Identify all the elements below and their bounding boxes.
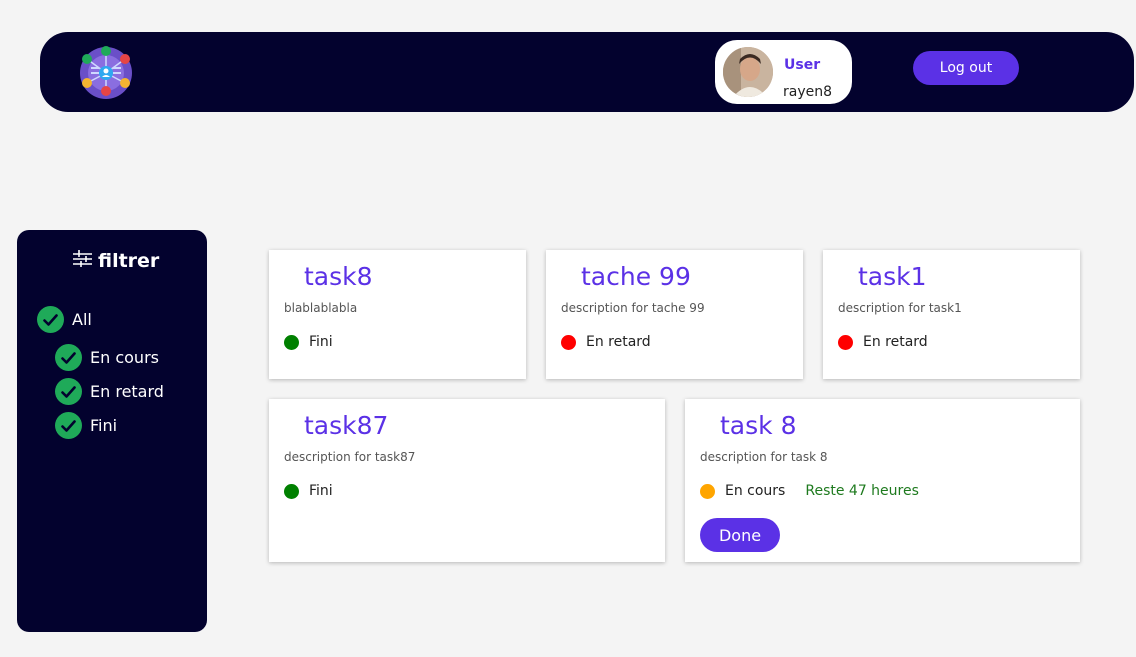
task-description: description for task 8 <box>700 450 828 464</box>
check-circle-icon[interactable] <box>55 344 82 371</box>
filter-item-en-cours[interactable]: En cours <box>55 344 159 371</box>
check-circle-icon[interactable] <box>55 412 82 439</box>
filter-item-label: En cours <box>90 348 159 367</box>
task-status: Fini <box>284 483 333 499</box>
check-circle-icon[interactable] <box>37 306 64 333</box>
user-role: User <box>784 57 821 73</box>
task-card: task8 blablablabla Fini <box>269 250 526 379</box>
task-card: tache 99 description for tache 99 En ret… <box>546 250 803 379</box>
task-title: task 8 <box>720 411 797 440</box>
sliders-icon <box>73 250 98 272</box>
remaining-time: Reste 47 heures <box>805 483 919 499</box>
task-title: task1 <box>858 262 927 291</box>
check-circle-icon[interactable] <box>55 378 82 405</box>
status-label: Fini <box>309 334 333 350</box>
filter-item-label: All <box>72 310 92 329</box>
status-dot-icon <box>838 334 853 350</box>
filter-title: filtrer <box>73 250 159 272</box>
task-network-logo-icon <box>78 45 134 101</box>
status-dot-icon <box>700 483 715 499</box>
status-label: Fini <box>309 483 333 499</box>
logout-button[interactable]: Log out <box>913 51 1019 85</box>
task-description: blablablabla <box>284 301 358 315</box>
top-navbar: User rayen8 Log out <box>40 32 1134 112</box>
task-title: task8 <box>304 262 373 291</box>
task-status: En retard <box>838 334 928 350</box>
task-title: tache 99 <box>581 262 691 291</box>
task-description: description for task1 <box>838 301 962 315</box>
filter-sidebar: filtrer All En cours En retard Fini <box>17 230 207 632</box>
task-card: task1 description for task1 En retard <box>823 250 1080 379</box>
task-status: En retard <box>561 334 651 350</box>
task-status: En cours Reste 47 heures <box>700 483 919 499</box>
task-status: Fini <box>284 334 333 350</box>
filter-title-label: filtrer <box>98 250 160 272</box>
status-label: En retard <box>586 334 651 350</box>
filter-item-label: En retard <box>90 382 164 401</box>
filter-item-fini[interactable]: Fini <box>55 412 117 439</box>
status-label: En cours <box>725 483 786 499</box>
filter-item-label: Fini <box>90 416 118 435</box>
filter-item-en-retard[interactable]: En retard <box>55 378 164 405</box>
username: rayen8 <box>783 84 833 100</box>
user-profile-badge: User rayen8 <box>715 40 852 104</box>
avatar <box>723 47 773 97</box>
status-dot-icon <box>284 483 299 499</box>
status-label: En retard <box>863 334 928 350</box>
filter-item-all[interactable]: All <box>37 306 92 333</box>
status-dot-icon <box>561 334 576 350</box>
task-description: description for tache 99 <box>561 301 705 315</box>
status-dot-icon <box>284 334 299 350</box>
done-button[interactable]: Done <box>700 518 780 552</box>
task-description: description for task87 <box>284 450 416 464</box>
task-card: task 8 description for task 8 En cours R… <box>685 399 1080 562</box>
task-title: task87 <box>304 411 389 440</box>
task-card: task87 description for task87 Fini <box>269 399 665 562</box>
